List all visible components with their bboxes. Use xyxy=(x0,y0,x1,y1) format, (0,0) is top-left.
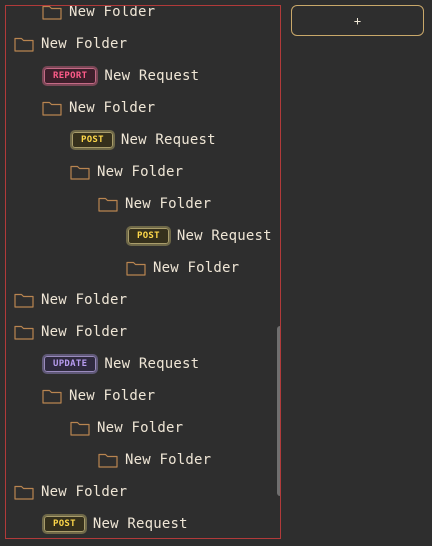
tree-row-folder[interactable]: New Folder xyxy=(98,448,211,472)
folder-icon xyxy=(126,260,146,276)
tree-row-request[interactable]: POST New Request xyxy=(42,512,188,536)
tree-row-folder[interactable]: New Folder xyxy=(70,416,183,440)
folder-icon xyxy=(42,100,62,116)
tree-list: New Folder New Folder REPORT New Request New… xyxy=(6,6,276,538)
tree-row-folder[interactable]: New Folder xyxy=(14,288,127,312)
add-button[interactable]: + xyxy=(291,5,424,36)
tree-row-folder[interactable]: New Folder xyxy=(42,96,155,120)
folder-label: New Folder xyxy=(41,36,128,52)
tree-row-request[interactable]: REPORT New Request xyxy=(42,64,199,88)
folder-icon xyxy=(42,388,62,404)
folder-icon xyxy=(14,36,34,52)
tree-row-request[interactable]: UPDATE New Request xyxy=(42,352,199,376)
folder-icon xyxy=(14,292,34,308)
folder-label: New Folder xyxy=(125,196,212,212)
request-label: New Request xyxy=(92,516,188,532)
tree-row-folder[interactable]: New Folder xyxy=(98,192,211,216)
folder-label: New Folder xyxy=(69,388,156,404)
scrollbar-track[interactable] xyxy=(277,6,280,538)
folder-label: New Folder xyxy=(69,5,156,20)
tree-row-folder[interactable]: New Folder xyxy=(126,256,239,280)
folder-label: New Folder xyxy=(97,420,184,436)
tree-row-request[interactable]: POST New Request xyxy=(70,128,216,152)
request-label: New Request xyxy=(176,228,272,244)
folder-label: New Folder xyxy=(125,452,212,468)
request-label: New Request xyxy=(120,132,216,148)
tree-row-folder[interactable]: New Folder xyxy=(14,480,127,504)
folder-icon xyxy=(98,196,118,212)
method-badge-post: POST xyxy=(126,226,171,246)
collection-tree-panel[interactable]: New Folder New Folder REPORT New Request New… xyxy=(5,5,281,539)
folder-icon xyxy=(14,484,34,500)
folder-icon xyxy=(70,420,90,436)
tree-row-folder[interactable]: New Folder xyxy=(14,32,127,56)
scrollbar-thumb[interactable] xyxy=(277,326,280,496)
folder-icon xyxy=(42,6,62,20)
method-badge-update: UPDATE xyxy=(42,354,99,374)
tree-row-folder[interactable]: New Folder xyxy=(70,160,183,184)
tree-row-folder[interactable]: New Folder xyxy=(42,384,155,408)
request-label: New Request xyxy=(104,356,200,372)
request-label: New Request xyxy=(104,68,200,84)
method-badge-post: POST xyxy=(42,514,87,534)
method-badge-report: REPORT xyxy=(42,66,99,86)
tree-row-folder[interactable]: New Folder xyxy=(14,320,127,344)
folder-icon xyxy=(70,164,90,180)
folder-label: New Folder xyxy=(97,164,184,180)
folder-label: New Folder xyxy=(69,100,156,116)
folder-label: New Folder xyxy=(41,484,128,500)
folder-label: New Folder xyxy=(41,324,128,340)
folder-icon xyxy=(98,452,118,468)
folder-label: New Folder xyxy=(153,260,240,276)
folder-label: New Folder xyxy=(41,292,128,308)
tree-row-request[interactable]: POST New Request xyxy=(126,224,272,248)
folder-icon xyxy=(14,324,34,340)
method-badge-post: POST xyxy=(70,130,115,150)
tree-row-folder[interactable]: New Folder xyxy=(42,5,156,24)
